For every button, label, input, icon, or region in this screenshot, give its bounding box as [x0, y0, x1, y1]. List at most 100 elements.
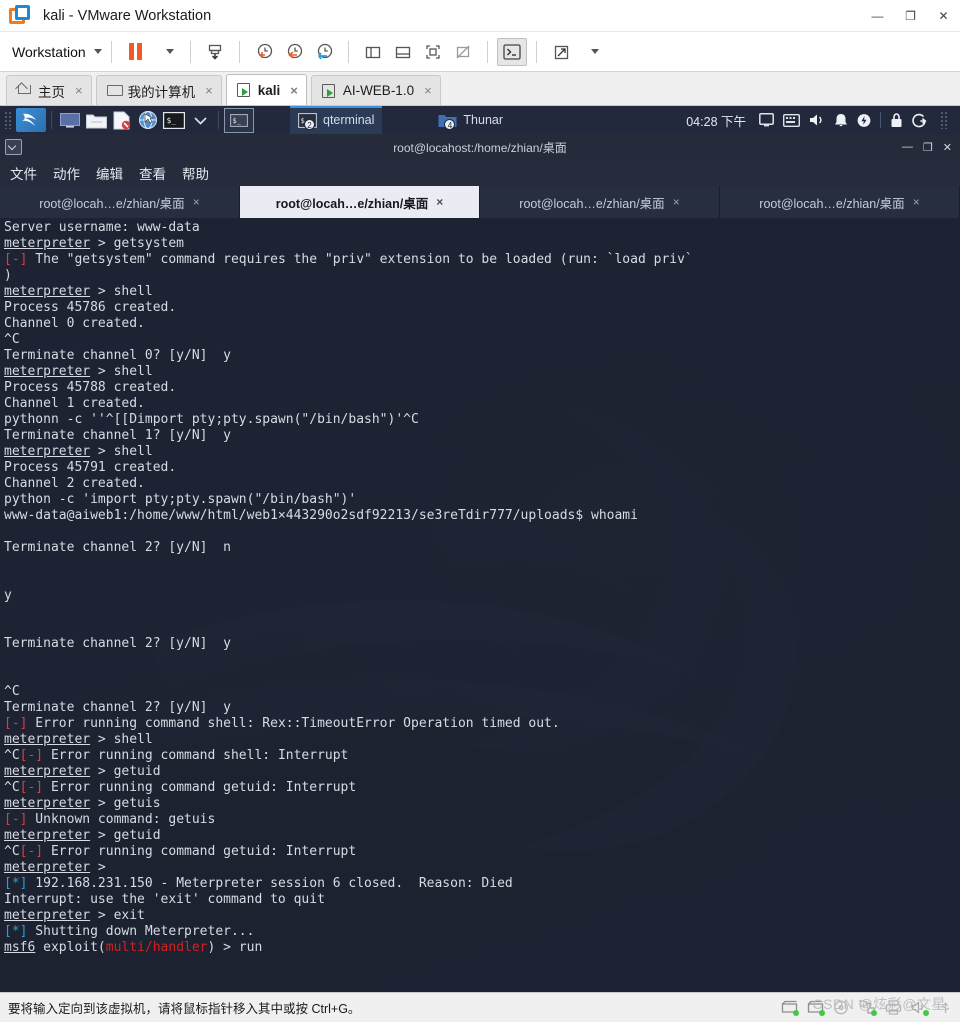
clock[interactable]: 04:28 下午	[686, 111, 746, 130]
panel-bottom-icon	[393, 42, 413, 62]
window-titlebar: kali - VMware Workstation — ❐ ✕	[0, 0, 960, 32]
terminal-launcher[interactable]: $_	[161, 108, 187, 132]
manage-snapshots-button[interactable]	[309, 38, 339, 66]
terminal-line	[4, 556, 960, 572]
close-icon[interactable]: ×	[205, 83, 213, 98]
status-device-icons	[781, 1000, 960, 1015]
terminal-line: Interrupt: use the 'exit' command to qui…	[4, 892, 960, 908]
speaker-icon[interactable]	[911, 1000, 928, 1015]
clock-back-icon	[283, 41, 305, 63]
speaker-icon[interactable]	[809, 113, 825, 127]
window-controls: — ❐ ✕	[861, 0, 960, 32]
snapshot-manager-button[interactable]	[200, 38, 230, 66]
terminal-line	[4, 652, 960, 668]
terminal-line: [-] Error running command shell: Rex::Ti…	[4, 716, 960, 732]
terminal-tab[interactable]: root@locah…e/zhian/桌面 ×	[720, 186, 960, 218]
folder-icon	[86, 112, 107, 129]
terminal-line: meterpreter > getsystem	[4, 236, 960, 252]
task-thunar[interactable]: 4 Thunar	[430, 106, 511, 134]
fullscreen-button[interactable]	[418, 38, 448, 66]
vm-tab-my-computer[interactable]: 我的计算机 ×	[96, 75, 222, 105]
terminal-tab[interactable]: root@locah…e/zhian/桌面 ×	[480, 186, 720, 218]
maximize-icon[interactable]: ❐	[923, 141, 933, 154]
power-off-icon[interactable]	[912, 113, 927, 128]
file-manager-launcher[interactable]	[83, 108, 109, 132]
launcher-dropdown[interactable]	[187, 108, 213, 132]
tray-divider	[880, 112, 881, 128]
disk-icon[interactable]	[781, 1000, 798, 1015]
close-icon[interactable]: ×	[193, 195, 200, 209]
browser-launcher[interactable]	[135, 108, 161, 132]
panel-handle[interactable]	[4, 111, 13, 129]
stretch-dropdown-button[interactable]	[576, 38, 606, 66]
terminal-tab[interactable]: root@locah…e/zhian/桌面 ×	[0, 186, 240, 218]
close-icon[interactable]: ×	[913, 195, 920, 209]
toolbar-divider	[348, 41, 349, 63]
workstation-menu-label: Workstation	[12, 44, 86, 60]
close-icon[interactable]: ×	[290, 83, 298, 98]
terminal-line: Terminate channel 0? [y/N] y	[4, 348, 960, 364]
unity-mode-button[interactable]	[448, 38, 478, 66]
terminal-output[interactable]: Server username: www-datameterpreter > g…	[0, 218, 960, 992]
display-icon[interactable]	[759, 113, 774, 127]
keyboard-icon[interactable]	[783, 114, 800, 127]
vm-tab-kali[interactable]: kali ×	[226, 74, 307, 105]
task-badge: 4	[444, 119, 455, 130]
text-editor-launcher[interactable]	[109, 108, 135, 132]
terminal-tab-selected[interactable]: root@locah…e/zhian/桌面 ×	[240, 186, 480, 218]
guest-screen: $_ $_ $_	[0, 106, 960, 992]
vm-tab-ai-web[interactable]: AI-WEB-1.0 ×	[311, 75, 441, 105]
vm-tab-label: 主页	[38, 81, 65, 101]
vmware-logo-icon	[9, 5, 31, 27]
close-icon[interactable]: ×	[75, 83, 83, 98]
maximize-icon[interactable]: ❐	[894, 0, 927, 32]
revert-snapshot-button[interactable]	[279, 38, 309, 66]
menu-help[interactable]: 帮助	[182, 163, 209, 183]
terminal-line: meterpreter > getuid	[4, 828, 960, 844]
printer-icon[interactable]	[885, 1000, 902, 1015]
bell-icon[interactable]	[834, 113, 848, 128]
take-snapshot-button[interactable]	[249, 38, 279, 66]
show-sidebar-button[interactable]	[358, 38, 388, 66]
vm-tab-home[interactable]: 主页 ×	[6, 75, 92, 105]
network-icon[interactable]	[859, 1000, 876, 1015]
task-qterminal[interactable]: $_ 2 qterminal	[290, 106, 382, 134]
show-console-view-button[interactable]	[388, 38, 418, 66]
lock-icon[interactable]	[890, 113, 903, 128]
stretch-button[interactable]	[546, 38, 576, 66]
svg-text:$_: $_	[233, 117, 242, 125]
suspend-button[interactable]	[121, 38, 151, 66]
disk-2-icon[interactable]	[807, 1000, 824, 1015]
panel-handle-right[interactable]	[940, 111, 949, 129]
kali-menu-button[interactable]	[16, 108, 46, 132]
menu-edit[interactable]: 编辑	[96, 163, 123, 183]
power-dropdown-button[interactable]	[151, 38, 181, 66]
terminal-window-icon: $_	[230, 114, 248, 127]
terminal-line: Process 45786 created.	[4, 300, 960, 316]
vm-tab-strip: 主页 × 我的计算机 × kali × AI-WEB-1.0 ×	[0, 72, 960, 106]
cd-icon[interactable]	[833, 1000, 850, 1015]
battery-icon[interactable]	[857, 113, 871, 128]
workspace-switcher[interactable]: $_	[224, 108, 254, 133]
workstation-menu-button[interactable]: Workstation	[12, 44, 102, 60]
close-icon[interactable]: ×	[436, 195, 443, 209]
terminal-line: ^C[-] Error running command getuid: Inte…	[4, 780, 960, 796]
usb-icon[interactable]	[937, 1000, 954, 1015]
menu-file[interactable]: 文件	[10, 163, 37, 183]
close-icon[interactable]: ✕	[927, 0, 960, 32]
terminal-line	[4, 524, 960, 540]
close-icon[interactable]: ×	[673, 195, 680, 209]
terminal-line: Terminate channel 1? [y/N] y	[4, 428, 960, 444]
close-icon[interactable]: ×	[424, 83, 432, 98]
home-icon	[17, 84, 32, 98]
show-desktop-button[interactable]	[57, 108, 83, 132]
menu-actions[interactable]: 动作	[53, 163, 80, 183]
minimize-icon[interactable]: —	[861, 0, 894, 32]
close-icon[interactable]: ✕	[943, 141, 952, 154]
terminal-line: meterpreter >	[4, 860, 960, 876]
terminal-line: )	[4, 268, 960, 284]
vmware-workstation-window: kali - VMware Workstation — ❐ ✕ Workstat…	[0, 0, 960, 1030]
minimize-icon[interactable]: —	[902, 141, 913, 154]
console-button[interactable]	[497, 38, 527, 66]
menu-view[interactable]: 查看	[139, 163, 166, 183]
